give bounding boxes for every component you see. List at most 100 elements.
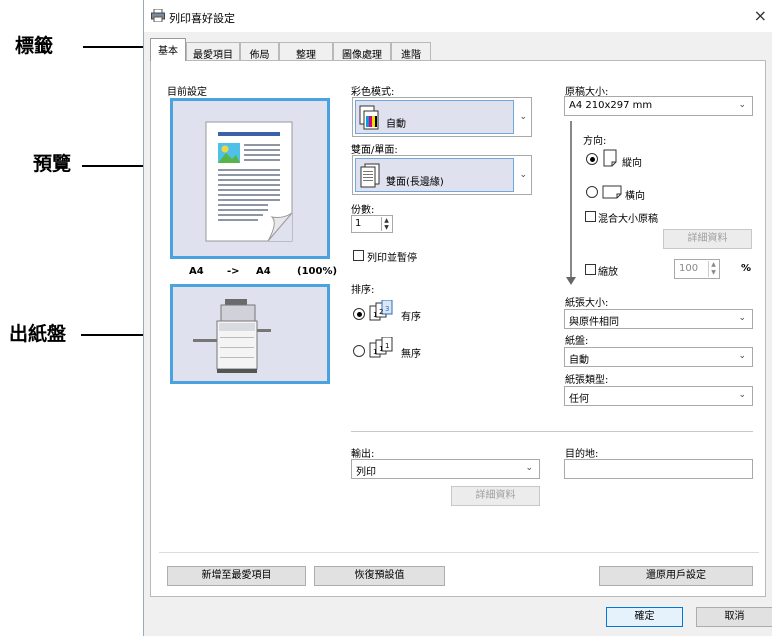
restore-user-settings-button[interactable]: 還原用戶設定	[599, 566, 753, 586]
zoom-value: 100	[679, 263, 699, 274]
mixed-size-checkbox[interactable]	[585, 211, 596, 222]
copies-label: 份數:	[351, 205, 375, 216]
restore-defaults-button[interactable]: 恢復預設值	[314, 566, 445, 586]
printer-icon	[151, 9, 165, 22]
color-mode-select[interactable]: 自動 ⌄	[352, 97, 532, 137]
preview-size-to: A4	[256, 266, 271, 277]
bottom-divider	[159, 552, 759, 553]
print-pause-label: 列印並暫停	[367, 253, 417, 264]
preview-size-from: A4	[189, 266, 204, 277]
details-button-output[interactable]: 詳細資料	[451, 486, 540, 506]
chevron-down-icon: ⌄	[519, 112, 527, 122]
orientation-portrait-label: 縱向	[622, 158, 642, 169]
current-settings-label: 目前設定	[167, 87, 207, 98]
destination-input[interactable]	[564, 459, 753, 479]
tab-advanced[interactable]: 進階	[391, 42, 431, 61]
preview-pane	[170, 98, 330, 259]
paper-size-select[interactable]: 與原件相同 ⌄	[564, 309, 753, 329]
zoom-checkbox[interactable]	[585, 264, 596, 275]
zoom-label: 縮放	[598, 267, 618, 278]
chevron-down-icon: ⌄	[519, 170, 527, 180]
tab-layout[interactable]: 佈局	[240, 42, 279, 61]
tab-basic[interactable]: 基本	[150, 38, 186, 61]
color-mode-value: 自動	[386, 119, 406, 130]
tray-label: 紙盤:	[565, 336, 589, 347]
zoom-unit: %	[741, 263, 752, 274]
sort-label: 排序:	[351, 285, 375, 296]
arrow-down-icon	[566, 277, 576, 285]
printer-machine-icon	[193, 299, 271, 373]
original-size-select[interactable]: A4 210x297 mm ⌄	[564, 96, 753, 116]
paper-size-value: 與原件相同	[569, 317, 619, 328]
ok-button[interactable]: 確定	[606, 607, 683, 627]
chevron-down-icon: ⌄	[738, 100, 746, 110]
copies-stepper[interactable]: 1 ▲ ▼	[351, 215, 393, 233]
close-icon[interactable]: ×	[754, 6, 767, 25]
copies-value: 1	[355, 218, 362, 229]
svg-text:1: 1	[373, 348, 377, 356]
svg-text:3: 3	[385, 305, 389, 313]
portrait-icon	[603, 149, 617, 167]
print-pause-checkbox[interactable]	[353, 250, 364, 261]
color-mode-icon	[359, 105, 379, 130]
details-button-original[interactable]: 詳細資料	[663, 229, 752, 249]
section-divider	[351, 431, 753, 432]
orientation-label: 方向:	[583, 136, 607, 147]
tray-select[interactable]: 自動 ⌄	[564, 347, 753, 367]
chevron-down-icon: ⌄	[738, 390, 746, 400]
preview-arrow: ->	[227, 266, 240, 277]
tab-favorites[interactable]: 最愛項目	[186, 42, 240, 61]
callout-tabs-label: 標籤	[15, 35, 54, 57]
duplex-selected: 雙面(長邊緣)	[355, 158, 514, 192]
print-preferences-window: 列印喜好設定 × 基本 最愛項目 佈局 整理 圖像處理 進階 目前設定 A4 -…	[143, 0, 772, 636]
chevron-down-icon: ⌄	[525, 463, 533, 473]
svg-text:2: 2	[379, 308, 383, 316]
svg-text:1: 1	[379, 345, 383, 353]
duplex-select[interactable]: 雙面(長邊緣) ⌄	[352, 155, 532, 195]
arrow-line	[570, 121, 572, 281]
duplex-icon	[360, 163, 380, 188]
tab-image-processing[interactable]: 圖像處理	[333, 42, 391, 61]
basic-tab-panel: 目前設定 A4 -> A4 (100%) 彩色模式: 自動 ⌄ 雙面/單面: 雙…	[150, 60, 766, 597]
preview-zoom: (100%)	[297, 266, 338, 277]
landscape-icon	[602, 185, 622, 199]
cancel-button[interactable]: 取消	[696, 607, 772, 627]
paper-type-value: 任何	[569, 394, 589, 405]
zoom-input[interactable]: 100 ▲ ▼	[674, 259, 720, 279]
sort-uncollated-radio[interactable]	[353, 345, 365, 357]
callout-preview-label: 預覽	[33, 153, 72, 175]
orientation-landscape-label: 橫向	[625, 191, 645, 202]
document-preview-icon	[205, 121, 293, 242]
output-value: 列印	[356, 467, 376, 478]
orientation-landscape-radio[interactable]	[586, 186, 598, 198]
tab-finishing[interactable]: 整理	[279, 42, 333, 61]
uncollated-icon: 1 1 1	[369, 337, 393, 358]
output-label: 輸出:	[351, 449, 375, 460]
paper-type-label: 紙張類型:	[565, 375, 609, 386]
paper-size-label: 紙張大小:	[565, 298, 609, 309]
orientation-portrait-radio[interactable]	[586, 153, 598, 165]
spin-arrows-icon[interactable]: ▲ ▼	[708, 261, 718, 277]
sort-collated-label: 有序	[401, 312, 421, 323]
output-select[interactable]: 列印 ⌄	[351, 459, 540, 479]
sort-collated-radio[interactable]	[353, 308, 365, 320]
chevron-down-icon: ⌄	[738, 351, 746, 361]
destination-label: 目的地:	[565, 449, 599, 460]
collated-icon: 1 2 3	[369, 300, 393, 321]
original-size-value: A4 210x297 mm	[569, 100, 653, 111]
color-mode-label: 彩色模式:	[351, 87, 395, 98]
title-bar: 列印喜好設定 ×	[144, 0, 772, 32]
chevron-down-icon: ⌄	[738, 313, 746, 323]
duplex-label: 雙面/單面:	[351, 145, 398, 156]
tray-value: 自動	[569, 355, 589, 366]
duplex-value: 雙面(長邊緣)	[386, 177, 444, 188]
callout-output-tray-label: 出紙盤	[9, 323, 67, 345]
paper-type-select[interactable]: 任何 ⌄	[564, 386, 753, 406]
window-title: 列印喜好設定	[169, 12, 235, 25]
svg-text:1: 1	[385, 342, 389, 350]
add-favorite-button[interactable]: 新增至最愛項目	[167, 566, 306, 586]
svg-text:1: 1	[373, 311, 377, 319]
color-mode-selected: 自動	[355, 100, 514, 134]
spin-arrows-icon[interactable]: ▲ ▼	[381, 217, 391, 231]
mixed-size-label: 混合大小原稿	[598, 214, 658, 225]
